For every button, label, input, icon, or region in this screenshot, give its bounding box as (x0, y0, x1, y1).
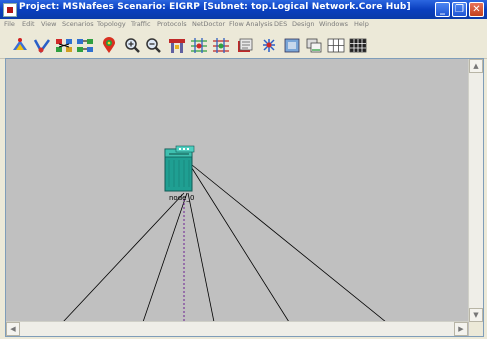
restore-button[interactable]: ❐ (452, 2, 467, 17)
router-node-icon[interactable] (164, 145, 195, 192)
vertical-scrollbar[interactable]: ▲ ▼ (468, 59, 483, 322)
recover-node-icon[interactable] (76, 37, 94, 54)
graph-icon[interactable] (305, 37, 323, 54)
menu-traffic[interactable]: Traffic (131, 20, 151, 28)
link-4[interactable] (189, 164, 290, 322)
node-label[interactable]: node_0 (169, 194, 194, 202)
zoom-in-icon[interactable] (123, 37, 141, 54)
menu-scenarios[interactable]: Scenarios (62, 20, 94, 28)
scrollbar-corner (469, 322, 483, 336)
grid-view-icon[interactable] (349, 37, 367, 54)
zoom-out-icon[interactable] (144, 37, 162, 54)
scroll-down-button[interactable]: ▼ (469, 308, 483, 322)
link-3[interactable] (187, 192, 215, 322)
menu-edit[interactable]: Edit (22, 20, 35, 28)
verify-links-icon[interactable] (33, 37, 51, 54)
window-title: Project: MSNafees Scenario: EIGRP [Subne… (19, 2, 411, 12)
scroll-up-button[interactable]: ▲ (469, 59, 483, 73)
import-topology-icon[interactable] (236, 37, 254, 54)
configure-discrete-event-simulation-icon[interactable] (168, 37, 186, 54)
menu-view[interactable]: View (41, 20, 56, 28)
scroll-left-button[interactable]: ◀ (6, 322, 20, 336)
close-button[interactable]: ✕ (469, 2, 484, 17)
menu-netdoctor[interactable]: NetDoctor (192, 20, 225, 28)
link-5[interactable] (191, 164, 387, 322)
scroll-right-button[interactable]: ▶ (454, 322, 468, 336)
flow-analysis-icon[interactable] (260, 37, 278, 54)
menu-design[interactable]: Design (292, 20, 314, 28)
menu-file[interactable]: File (4, 20, 15, 28)
toolbar (0, 31, 487, 59)
tile-icon[interactable] (327, 37, 345, 54)
menu-bar: File Edit View Scenarios Topology Traffi… (0, 19, 487, 31)
menu-protocols[interactable]: Protocols (157, 20, 187, 28)
link-2[interactable] (142, 192, 188, 322)
menu-help[interactable]: Help (354, 20, 369, 28)
horizontal-scrollbar[interactable]: ◀ ▶ (6, 321, 468, 336)
minimize-button[interactable]: _ (435, 2, 450, 17)
menu-flow-analysis[interactable]: Flow Analysis (229, 20, 273, 28)
view-simulation-results-icon[interactable] (190, 37, 208, 54)
network-links (62, 145, 387, 322)
network-browser-icon[interactable] (283, 37, 301, 54)
menu-des[interactable]: DES (274, 20, 287, 28)
fail-node-icon[interactable] (55, 37, 73, 54)
open-object-palette-icon[interactable] (11, 37, 29, 54)
return-to-parent-icon[interactable] (100, 37, 118, 54)
project-workspace-frame: node_0 ▲ ▼ ◀ ▶ (5, 58, 484, 337)
menu-windows[interactable]: Windows (319, 20, 348, 28)
app-icon[interactable] (3, 3, 17, 17)
title-bar: Project: MSNafees Scenario: EIGRP [Subne… (0, 0, 487, 19)
hide-graphs-icon[interactable] (212, 37, 230, 54)
menu-topology[interactable]: Topology (97, 20, 126, 28)
link-1[interactable] (62, 192, 185, 322)
network-canvas[interactable]: node_0 (6, 59, 468, 322)
